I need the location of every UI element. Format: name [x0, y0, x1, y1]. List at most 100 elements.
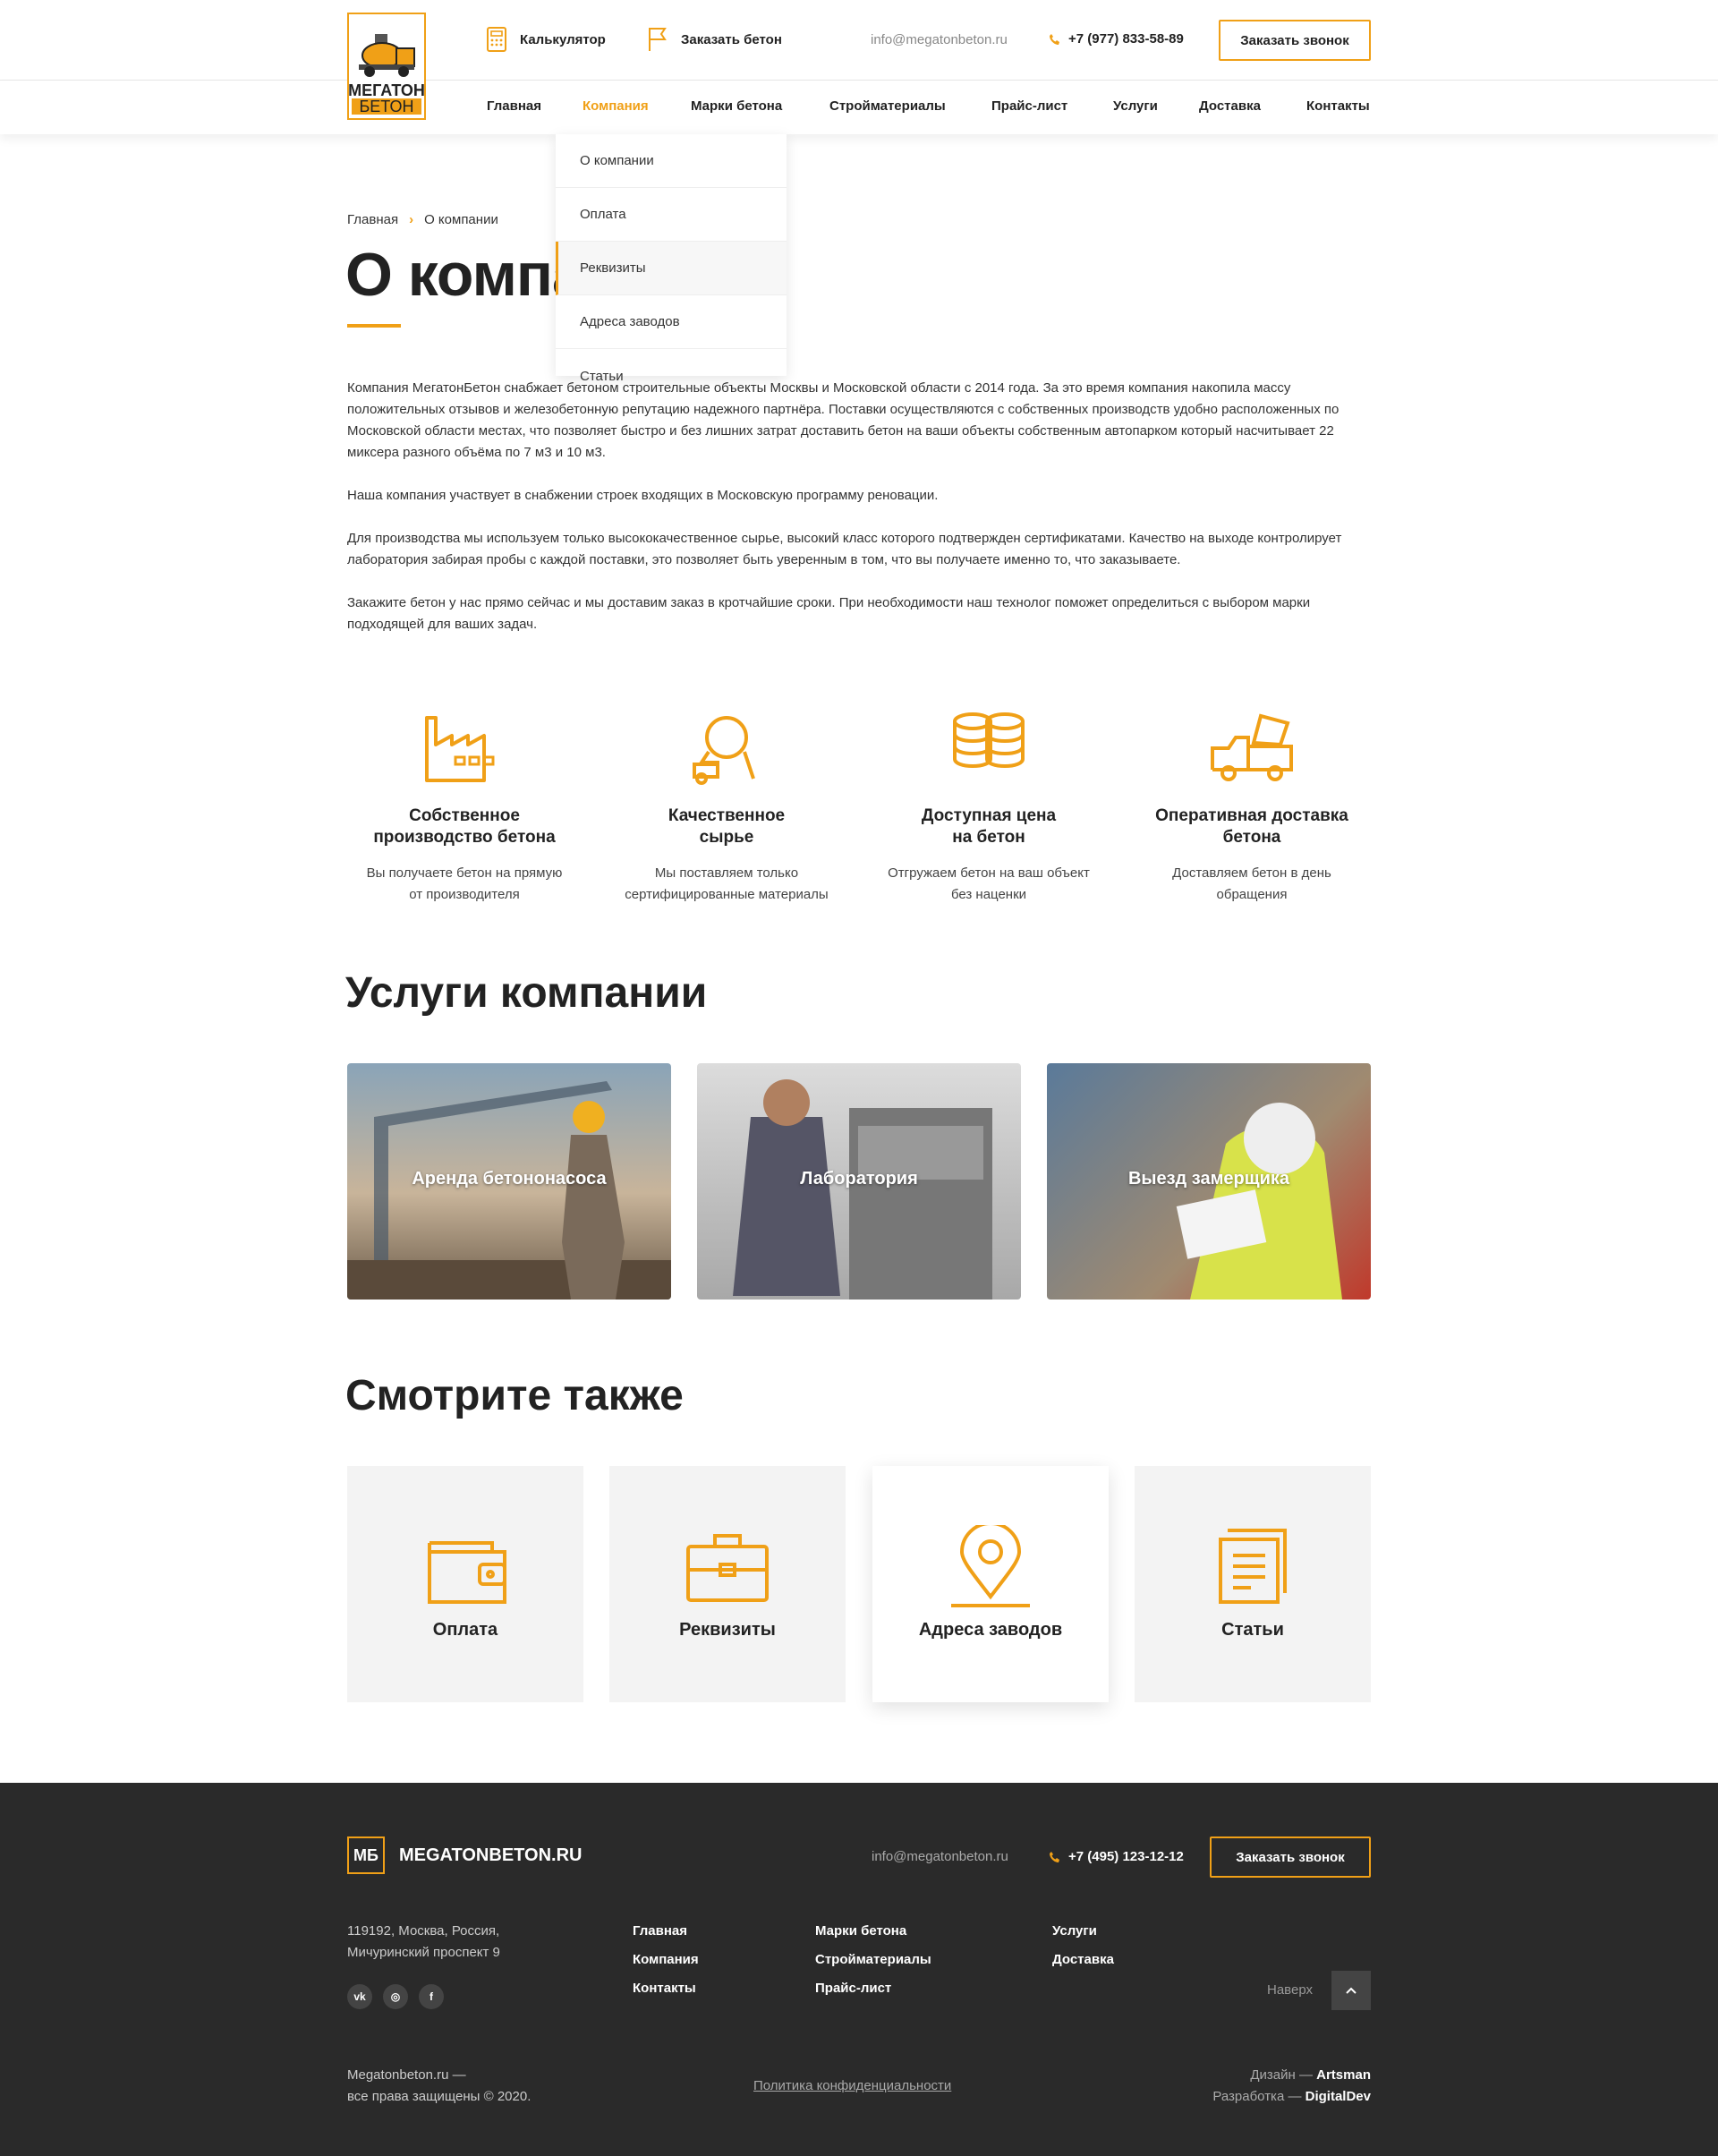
nav-delivery[interactable]: Доставка: [1199, 98, 1261, 114]
feature-price: Доступная цена на бетон Отгружаем бетон н…: [872, 707, 1106, 906]
header-email[interactable]: info@megatonbeton.ru: [871, 32, 1008, 47]
nav-home[interactable]: Главная: [487, 98, 541, 114]
order-concrete-link[interactable]: Заказать бетон: [647, 26, 782, 53]
to-top-label[interactable]: Наверх: [1267, 1982, 1313, 1998]
factory-icon: [425, 716, 495, 782]
header-phone-number: +7 (977) 833-58-89: [1068, 31, 1184, 47]
nav-contacts[interactable]: Контакты: [1306, 98, 1370, 114]
service-card-pump-rental[interactable]: Аренда бетононасоса: [347, 1063, 671, 1300]
dropdown-requisites[interactable]: Реквизиты: [556, 242, 787, 295]
phone-icon: [1050, 33, 1059, 45]
footer-callback-button[interactable]: Заказать звонок: [1210, 1836, 1371, 1878]
service-label: Лаборатория: [800, 1169, 918, 1189]
to-top-button[interactable]: [1331, 1971, 1371, 2010]
services-heading: Услуги компании: [345, 969, 708, 1017]
wallet-icon: [428, 1541, 506, 1604]
phone-icon: [1050, 1851, 1059, 1862]
header-phone[interactable]: +7 (977) 833-58-89: [1049, 31, 1184, 47]
feature-title: Оперативная доставка бетона: [1155, 806, 1348, 847]
footer-copyright: Megatonbeton.ru — все права защищены © 20…: [347, 2067, 532, 2104]
feature-title: Качественное сырье: [668, 806, 786, 847]
feature-desc: Мы поставляем только сертифицированные ма…: [625, 865, 829, 902]
footer-col-1: Главная Компания Контакты: [633, 1917, 699, 2003]
feature-delivery: Оперативная доставка бетона Доставляем бе…: [1135, 707, 1369, 906]
nav-company[interactable]: Компания: [583, 98, 649, 114]
footer-link-delivery[interactable]: Доставка: [1052, 1946, 1114, 1974]
documents-icon: [1219, 1529, 1287, 1604]
footer-phone[interactable]: +7 (495) 123-12-12: [1049, 1849, 1184, 1864]
vk-icon[interactable]: vk: [347, 1984, 372, 2009]
see-also-payment[interactable]: Оплата: [347, 1466, 583, 1702]
dropdown-about[interactable]: О компании: [556, 134, 787, 188]
nav-price-list[interactable]: Прайс-лист: [991, 98, 1067, 114]
flag-icon: [649, 28, 667, 51]
site-logo[interactable]: МЕГАТОН БЕТОН: [347, 13, 426, 120]
footer-address: 119192, Москва, Россия, Мичуринский просп…: [347, 1923, 500, 1960]
calculator-link[interactable]: Калькулятор: [486, 26, 606, 53]
service-card-laboratory[interactable]: Лаборатория: [697, 1063, 1021, 1300]
header-top: [0, 0, 1718, 81]
footer-link-services[interactable]: Услуги: [1052, 1917, 1114, 1946]
feature-title: Доступная цена на бетон: [921, 806, 1057, 847]
concrete-mixer-icon: [693, 716, 755, 785]
service-label: Выезд замерщика: [1127, 1169, 1290, 1189]
intro-paragraph-3: Для производства мы используем только вы…: [347, 531, 1342, 567]
developer-link[interactable]: DigitalDev: [1306, 2089, 1371, 2104]
feature-desc: Вы получаете бетон на прямую от производи…: [366, 865, 563, 902]
see-also-requisites[interactable]: Реквизиты: [609, 1466, 846, 1702]
nav-building-materials[interactable]: Стройматериалы: [829, 98, 946, 114]
feature-desc: Отгружаем бетон на ваш объект без наценки: [888, 865, 1090, 902]
facebook-icon[interactable]: f: [419, 1984, 444, 2009]
feature-quality: Качественное сырье Мы поставляем только се…: [609, 707, 844, 906]
briefcase-icon: [686, 1534, 769, 1602]
calculator-icon: [487, 27, 506, 52]
breadcrumb-home[interactable]: Главная: [347, 212, 398, 227]
see-also-label: Адреса заводов: [918, 1620, 1063, 1640]
nav-services[interactable]: Услуги: [1113, 98, 1158, 114]
see-also-articles[interactable]: Статьи: [1135, 1466, 1371, 1702]
location-pin-icon: [951, 1525, 1030, 1607]
chevron-up-icon: [1346, 1987, 1357, 1994]
logo-line-1: МЕГАТОН: [348, 81, 425, 99]
feature-desc: Доставляем бетон в день обращения: [1172, 865, 1331, 902]
company-dropdown: О компании Оплата Реквизиты Адреса завод…: [556, 134, 787, 384]
footer-phone-number: +7 (495) 123-12-12: [1068, 1849, 1184, 1864]
footer-link-home[interactable]: Главная: [633, 1917, 699, 1946]
privacy-policy-link[interactable]: Политика конфиденциальности: [753, 2078, 951, 2093]
intro-paragraph-2: Наша компания участвует в снабжении стро…: [347, 488, 939, 503]
breadcrumb: Главная › О компании: [347, 212, 498, 227]
footer-logo-text[interactable]: MEGATONBETON.RU: [399, 1845, 582, 1866]
callback-button[interactable]: Заказать звонок: [1219, 20, 1371, 61]
coins-icon: [953, 712, 1025, 769]
footer-link-materials[interactable]: Стройматериалы: [815, 1946, 931, 1974]
order-concrete-label: Заказать бетон: [681, 31, 782, 47]
intro-paragraph-1: Компания МегатонБетон снабжает бетоном с…: [347, 380, 1340, 460]
feature-own-production: Собственное производство бетона Вы получа…: [347, 707, 582, 906]
dropdown-plant-addresses[interactable]: Адреса заводов: [556, 295, 787, 349]
service-card-surveyor[interactable]: Выезд замерщика: [1047, 1063, 1371, 1300]
mixer-truck-icon: [1211, 713, 1293, 781]
footer-link-grades[interactable]: Марки бетона: [815, 1917, 931, 1946]
intro-paragraph-4: Закажите бетон у нас прямо сейчас и мы д…: [347, 595, 1311, 632]
see-also-plant-addresses[interactable]: Адреса заводов: [872, 1466, 1109, 1702]
dropdown-articles[interactable]: Статьи: [556, 349, 787, 403]
chevron-right-icon: ›: [409, 212, 414, 227]
footer-link-contacts[interactable]: Контакты: [633, 1974, 699, 2003]
service-label: Аренда бетононасоса: [412, 1169, 607, 1189]
footer-link-price[interactable]: Прайс-лист: [815, 1974, 931, 2003]
footer-credits: Дизайн — Artsman Разработка — DigitalDev: [1212, 2067, 1371, 2104]
footer-email[interactable]: info@megatonbeton.ru: [872, 1849, 1008, 1864]
instagram-icon[interactable]: ◎: [383, 1984, 408, 2009]
footer-link-company[interactable]: Компания: [633, 1946, 699, 1974]
title-underline: [347, 324, 401, 328]
see-also-label: Оплата: [432, 1620, 498, 1640]
designer-link[interactable]: Artsman: [1316, 2067, 1371, 2083]
nav-concrete-grades[interactable]: Марки бетона: [691, 98, 782, 114]
see-also-label: Реквизиты: [679, 1620, 776, 1640]
calculator-label: Калькулятор: [520, 31, 606, 47]
mixer-truck-logo-icon: [359, 34, 415, 77]
feature-title: Собственное производство бетона: [373, 806, 556, 847]
logo-line-2: БЕТОН: [352, 98, 421, 115]
footer-logo-mark[interactable]: МБ: [347, 1836, 385, 1874]
dropdown-payment[interactable]: Оплата: [556, 188, 787, 242]
